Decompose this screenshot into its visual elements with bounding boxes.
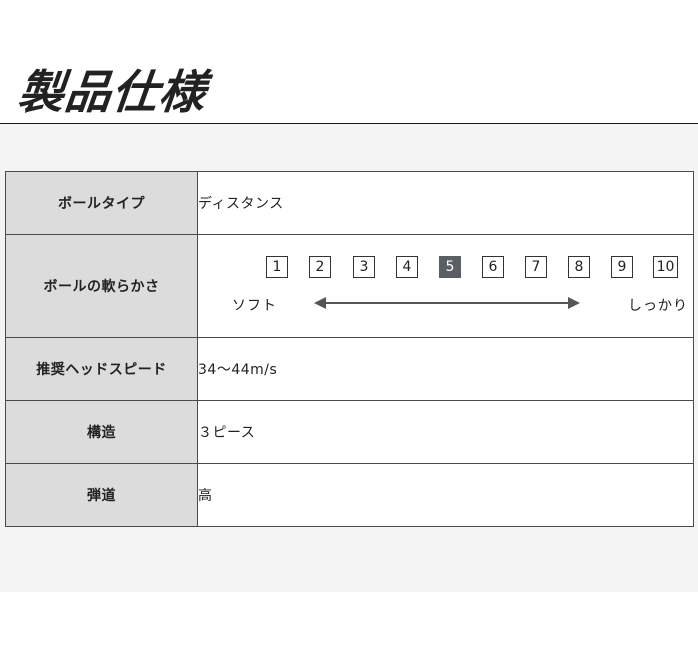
spec-value: 34～44m/s <box>197 337 694 401</box>
softness-level-2: 2 <box>309 256 331 278</box>
spec-table: ボールタイプ ディスタンス ボールの軟らかさ 1 2 3 4 5 6 7 8 9… <box>5 171 694 527</box>
spec-label: 弾道 <box>5 463 198 527</box>
softness-soft-label: ソフト <box>232 298 277 314</box>
softness-level-10: 10 <box>653 256 678 278</box>
softness-level-6: 6 <box>482 256 504 278</box>
softness-level-8: 8 <box>568 256 590 278</box>
spec-value: ディスタンス <box>197 171 694 235</box>
softness-hard-label: しっかり <box>628 298 688 314</box>
softness-cell: 1 2 3 4 5 6 7 8 9 10 ソフト しっかり <box>197 234 694 338</box>
softness-scale: 1 2 3 4 5 6 7 8 9 10 ソフト しっかり <box>198 235 693 337</box>
spec-label: ボールの軟らかさ <box>5 234 198 338</box>
spec-label: ボールタイプ <box>5 171 198 235</box>
spec-label: 推奨ヘッドスピード <box>5 337 198 401</box>
softness-level-1: 1 <box>266 256 288 278</box>
spec-row-ball-type: ボールタイプ ディスタンス <box>5 171 694 235</box>
spec-row-head-speed: 推奨ヘッドスピード 34～44m/s <box>5 337 694 401</box>
softness-level-4: 4 <box>396 256 418 278</box>
spec-label: 構造 <box>5 400 198 464</box>
softness-level-3: 3 <box>353 256 375 278</box>
softness-level-5-selected: 5 <box>439 256 461 278</box>
softness-level-7: 7 <box>525 256 547 278</box>
spec-value: 高 <box>197 463 694 527</box>
spec-row-trajectory: 弾道 高 <box>5 463 694 527</box>
page-title: 製品仕様 <box>15 65 209 119</box>
double-arrow-icon <box>314 297 580 309</box>
spec-row-structure: 構造 ３ピース <box>5 400 694 464</box>
softness-level-9: 9 <box>611 256 633 278</box>
spec-value: ３ピース <box>197 400 694 464</box>
spec-row-softness: ボールの軟らかさ 1 2 3 4 5 6 7 8 9 10 ソフト しっかり <box>5 234 694 338</box>
